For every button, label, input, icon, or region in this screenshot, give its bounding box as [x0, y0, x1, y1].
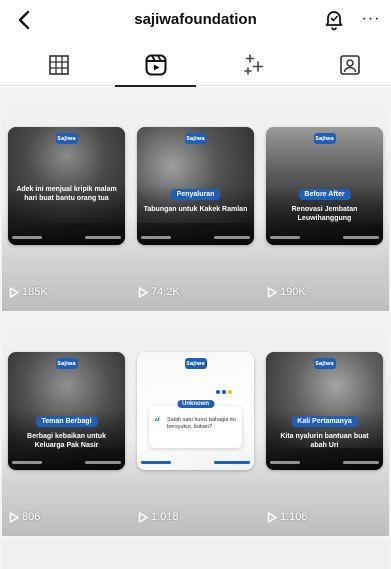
- tab-reels[interactable]: [107, 44, 204, 87]
- reels-grid: Sajiwa Adek ini menjual kripik malam har…: [0, 87, 391, 569]
- thumbnail-footer: [270, 459, 379, 466]
- view-count: 185K: [9, 286, 48, 298]
- view-count: 806: [9, 511, 40, 523]
- view-count-value: 74,2K: [151, 286, 180, 298]
- play-icon: [267, 511, 277, 523]
- reel-caption: Adek ini menjual kripik malam hari buat …: [16, 186, 117, 202]
- sparkles-icon: [243, 54, 263, 75]
- reel-tag: Kali Pertamanya: [291, 416, 358, 427]
- dots-decoration: [216, 390, 232, 394]
- reel-tile[interactable]: Sajiwa Before After Renovasi Jembatan Le…: [260, 89, 389, 311]
- view-count-value: 185K: [22, 286, 48, 298]
- view-count-value: 190K: [280, 286, 306, 298]
- reel-caption: Kita nyalurin bantuan buat abah Uri: [280, 433, 369, 449]
- reel-tile[interactable]: Sajiwa Teman Berbagi Berbagi kebaikan un…: [2, 314, 131, 536]
- view-count: 190K: [267, 286, 306, 298]
- tagged-person-icon: [339, 55, 360, 75]
- view-count: 1.106: [267, 511, 308, 523]
- play-icon: [267, 286, 277, 298]
- brand-logo: Sajiwa: [313, 133, 336, 144]
- thumbnail-footer: [141, 459, 250, 466]
- reel-caption: Tabungan untuk Kakek Ramlan: [143, 206, 248, 213]
- reel-tile[interactable]: Sajiwa Adek ini menjual kripik malam har…: [2, 89, 131, 311]
- reel-tile[interactable]: Sajiwa Penyaluran Tabungan untuk Kakek R…: [131, 89, 260, 311]
- thumbnail-footer: [270, 234, 379, 241]
- view-count-value: 1.018: [151, 511, 179, 523]
- view-count-value: 806: [22, 511, 41, 523]
- reel-tile[interactable]: Sajiwa Kali Pertamanya Kita nyalurin ban…: [260, 314, 389, 536]
- tab-tagged[interactable]: [301, 44, 391, 86]
- brand-logo: Sajiwa: [313, 358, 336, 369]
- thumbnail-footer: [141, 234, 250, 241]
- view-count: 74,2K: [138, 286, 180, 298]
- quote-tag: Unknown: [177, 400, 214, 408]
- quote-card: Unknown “ Salah satu kunci bahagia itu b…: [149, 400, 242, 448]
- reel-tile[interactable]: [2, 539, 131, 569]
- reels-icon: [145, 54, 166, 76]
- reel-caption: Renovasi Jembatan Leuwihanggung: [291, 206, 358, 222]
- reel-caption: Berbagi kebaikan untuk Keluarga Pak Nasi…: [27, 433, 106, 449]
- view-count-value: 1.106: [280, 511, 308, 523]
- play-icon: [138, 511, 148, 523]
- profile-tabs: [0, 44, 391, 87]
- reel-thumbnail: Sajiwa Unknown “ Salah satu kunci bahagi…: [137, 352, 254, 470]
- play-icon: [9, 511, 19, 523]
- more-options-button[interactable]: ···: [358, 7, 384, 31]
- thumbnail-footer: [12, 234, 121, 241]
- brand-logo: Sajiwa: [55, 133, 78, 144]
- reel-tile[interactable]: Sajiwa Unknown “ Salah satu kunci bahagi…: [131, 314, 260, 536]
- brand-logo: Sajiwa: [55, 358, 78, 369]
- thumbnail-footer: [12, 459, 121, 466]
- brand-logo: Sajiwa: [184, 133, 207, 144]
- notifications-button[interactable]: [322, 7, 346, 31]
- view-count: 1.018: [138, 511, 179, 523]
- bell-icon: [325, 11, 343, 31]
- brand-logo: Sajiwa: [184, 358, 207, 369]
- reel-caption: Salah satu kunci bahagia itu bersyukur, …: [167, 417, 236, 430]
- quote-mark-icon: “: [154, 416, 161, 429]
- reel-tile[interactable]: [131, 539, 260, 569]
- tab-collab[interactable]: [204, 44, 301, 86]
- play-icon: [9, 286, 19, 298]
- reel-thumbnail: Sajiwa Teman Berbagi Berbagi kebaikan un…: [8, 352, 125, 470]
- reel-tag: Teman Berbagi: [35, 416, 98, 427]
- reel-tile[interactable]: [260, 539, 389, 569]
- profile-header: sajiwafoundation ···: [0, 0, 391, 42]
- reel-thumbnail: Sajiwa Penyaluran Tabungan untuk Kakek R…: [137, 127, 254, 245]
- play-icon: [138, 286, 148, 298]
- reel-thumbnail: Sajiwa Before After Renovasi Jembatan Le…: [266, 127, 383, 245]
- tab-grid[interactable]: [10, 44, 107, 86]
- reel-thumbnail: Sajiwa Adek ini menjual kripik malam har…: [8, 127, 125, 245]
- reel-tag: Penyaluran: [170, 189, 221, 200]
- grid-icon: [48, 55, 69, 75]
- reel-tag: Before After: [298, 189, 351, 200]
- reel-thumbnail: Sajiwa Kali Pertamanya Kita nyalurin ban…: [266, 352, 383, 470]
